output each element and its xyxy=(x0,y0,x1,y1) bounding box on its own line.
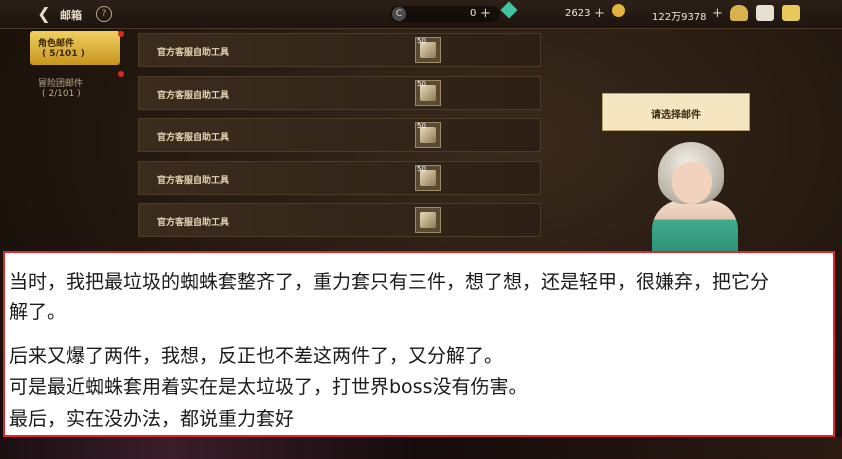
tab-character-mail[interactable]: 角色邮件 ( 5/101 ) xyxy=(30,31,120,65)
attachment-count: 50 xyxy=(417,165,426,173)
attachment-icon: 50 xyxy=(415,80,441,106)
tab-character-mail-label: 角色邮件 xyxy=(38,39,75,49)
mail-list-item[interactable]: 官方客服自助工具 50 xyxy=(138,76,541,110)
npc-face xyxy=(672,162,712,204)
attachment-count: 50 xyxy=(417,122,426,130)
mail-list-item[interactable]: 官方客服自助工具 xyxy=(138,203,541,237)
tab-character-mail-count: ( 5/101 ) xyxy=(42,49,85,59)
unread-dot-icon xyxy=(118,31,124,37)
attachment-icon xyxy=(415,207,441,233)
mail-icon[interactable] xyxy=(756,5,774,21)
currency-c-value: 0 xyxy=(470,8,477,19)
caption-line: 当时，我把最垃圾的蜘蛛套整齐了，重力套只有三件，想了想，还是轻甲，很嫌弃，把它分 xyxy=(9,271,770,293)
caption-line: 可是最近蜘蛛套用着实在是太垃圾了，打世界boss没有伤害。 xyxy=(9,376,528,398)
attachment-icon: 50 xyxy=(415,122,441,148)
treasure-icon[interactable] xyxy=(730,5,748,21)
caption-line: 后来又爆了两件，我想，反正也不差这两件了，又分解了。 xyxy=(9,345,504,367)
attachment-icon: 50 xyxy=(415,165,441,191)
gem-icon xyxy=(500,1,518,19)
top-bar: ❮ 邮箱 ? C 0 + 2623 + 122万9378 + xyxy=(0,0,842,29)
npc-body xyxy=(652,200,738,255)
c-coin-icon: C xyxy=(392,7,406,21)
attachment-icon: 50 xyxy=(415,37,441,63)
page-title: 邮箱 xyxy=(60,9,82,22)
caption-line: 解了。 xyxy=(9,301,67,323)
attachment-count: 50 xyxy=(417,37,426,45)
caption-line: 最后，实在没办法，都说重力套好 xyxy=(9,408,295,430)
currency-gem-value: 2623 xyxy=(565,8,591,19)
mail-title: 官方客服自助工具 xyxy=(157,176,230,186)
currency-c: C 0 + xyxy=(390,4,500,24)
mail-list-item[interactable]: 官方客服自助工具 50 xyxy=(138,118,541,152)
hint-text: 请选择邮件 xyxy=(651,110,701,121)
mail-title: 官方客服自助工具 xyxy=(157,133,230,143)
mail-list-item[interactable]: 官方客服自助工具 50 xyxy=(138,161,541,195)
tab-adventure-mail-count: ( 2/101 ) xyxy=(42,89,81,99)
currency-c-add-button[interactable]: + xyxy=(480,6,491,21)
mail-title: 官方客服自助工具 xyxy=(157,218,230,228)
select-mail-hint: 请选择邮件 xyxy=(602,93,750,131)
mail-title: 官方客服自助工具 xyxy=(157,48,230,58)
attachment-count: 50 xyxy=(417,80,426,88)
currency-gem: 2623 + xyxy=(520,4,610,24)
chat-icon[interactable] xyxy=(782,5,800,21)
currency-gold-value: 122万9378 xyxy=(652,12,707,23)
tab-adventure-mail-label: 冒险团邮件 xyxy=(38,79,84,89)
help-icon[interactable]: ? xyxy=(96,6,112,22)
back-arrow-icon[interactable]: ❮ xyxy=(34,4,54,24)
mail-title: 官方客服自助工具 xyxy=(157,91,230,101)
tab-adventure-mail[interactable]: 冒险团邮件 ( 2/101 ) xyxy=(30,71,120,105)
currency-gold: 122万9378 + xyxy=(630,4,730,24)
gold-icon xyxy=(612,4,625,17)
mail-list-item[interactable]: 官方客服自助工具 50 xyxy=(138,33,541,67)
currency-gold-add-button[interactable]: + xyxy=(712,6,723,21)
currency-gem-add-button[interactable]: + xyxy=(594,6,605,21)
caption-box: 当时，我把最垃圾的蜘蛛套整齐了，重力套只有三件，想了想，还是轻甲，很嫌弃，把它分… xyxy=(3,251,835,437)
bottom-background-strip xyxy=(0,437,842,459)
npc-character xyxy=(630,138,760,255)
unread-dot-icon xyxy=(118,71,124,77)
